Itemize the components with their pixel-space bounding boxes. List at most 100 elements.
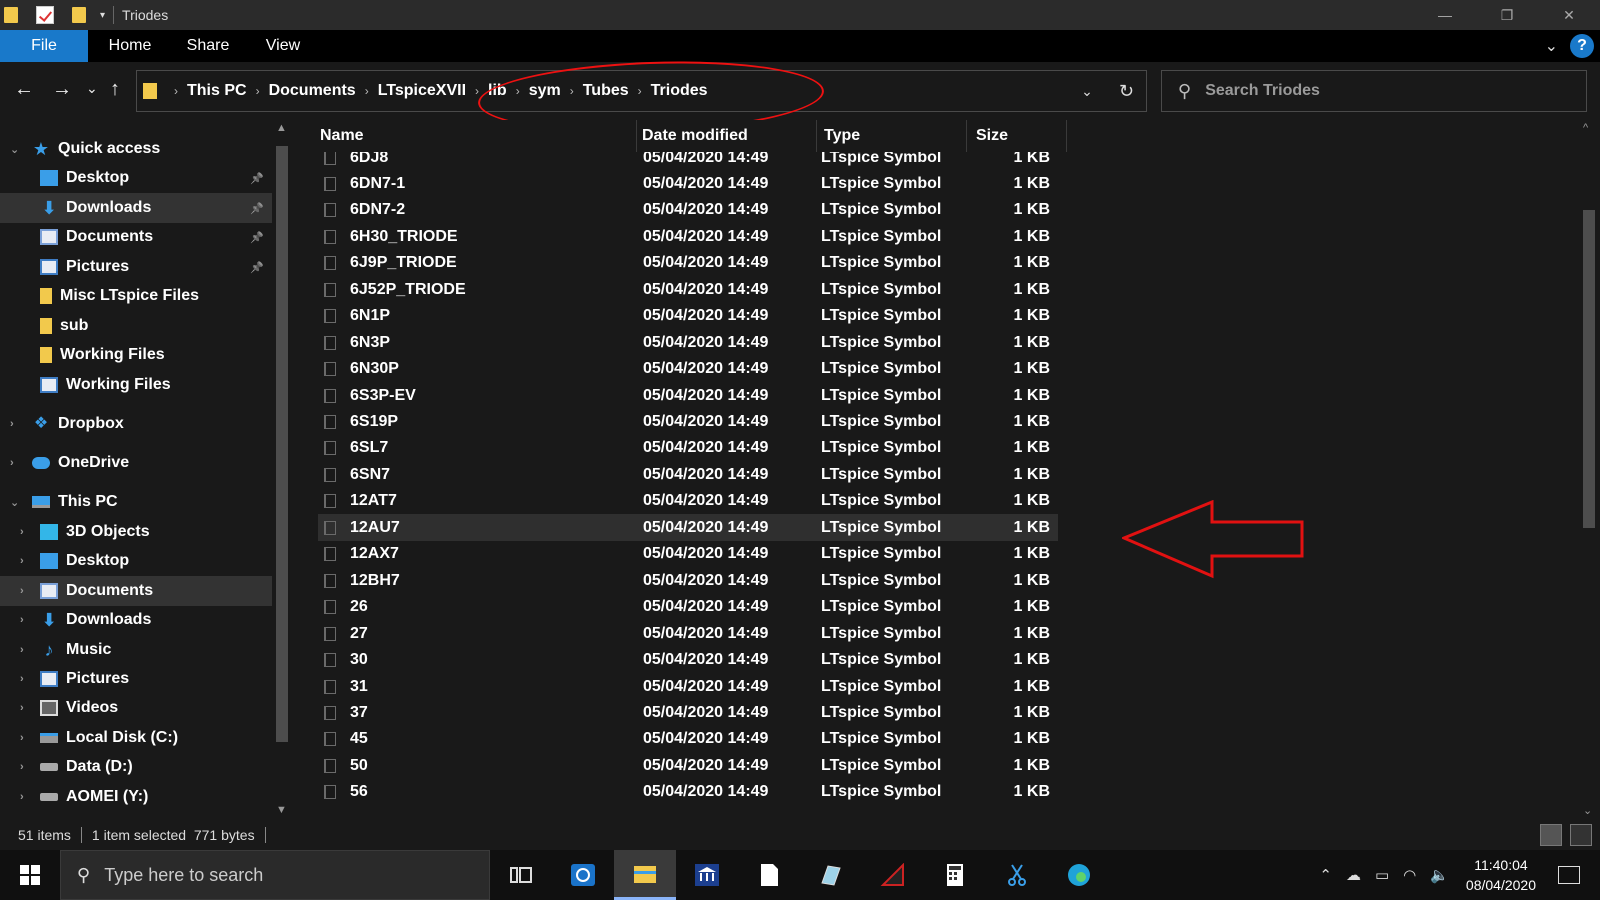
customize-toolbar-icon[interactable]: ▾	[100, 10, 105, 21]
chevron-right-icon[interactable]: ›	[516, 84, 520, 98]
table-row[interactable]: 30 05/04/2020 14:49 LTspice Symbol 1 KB	[318, 647, 1058, 674]
tab-view[interactable]: View	[244, 30, 322, 62]
chevron-right-icon[interactable]: ›	[20, 791, 24, 803]
column-header-name[interactable]: Name ⌃	[320, 120, 630, 152]
sidebar-item[interactable]: › ❖ Dropbox	[0, 409, 272, 439]
table-row[interactable]: 6DN7-2 05/04/2020 14:49 LTspice Symbol 1 KB	[318, 197, 1058, 224]
maximize-button[interactable]: ❐	[1476, 0, 1538, 30]
new-folder-icon[interactable]	[72, 7, 86, 23]
table-row[interactable]: 56 05/04/2020 14:49 LTspice Symbol 1 KB	[318, 779, 1058, 806]
file-list-scrollbar[interactable]: ^ ⌄	[1578, 120, 1600, 820]
sidebar-item[interactable]: › Data (D:)	[0, 752, 272, 782]
column-header-date[interactable]: Date modified	[642, 120, 812, 152]
chevron-right-icon[interactable]: ›	[256, 84, 260, 98]
scroll-down-icon[interactable]: ⌄	[1583, 804, 1592, 817]
file-list-scroll-thumb[interactable]	[1583, 210, 1595, 528]
refresh-icon[interactable]: ↻	[1119, 81, 1134, 102]
chevron-down-icon[interactable]: ⌄	[1081, 83, 1093, 100]
table-row[interactable]: 6N3P 05/04/2020 14:49 LTspice Symbol 1 KB	[318, 329, 1058, 356]
chevron-right-icon[interactable]: ›	[20, 673, 24, 685]
table-row[interactable]: 6J9P_TRIODE 05/04/2020 14:49 LTspice Symbo…	[318, 250, 1058, 277]
breadcrumb-this-pc[interactable]: This PC	[187, 82, 247, 100]
taskbar-app-sync[interactable]	[552, 850, 614, 900]
taskbar-app-bank[interactable]	[676, 850, 738, 900]
table-row[interactable]: 6S3P-EV 05/04/2020 14:49 LTspice Symbol 1 K…	[318, 382, 1058, 409]
table-row[interactable]: 6SL7 05/04/2020 14:49 LTspice Symbol 1 KB	[318, 435, 1058, 462]
tab-file[interactable]: File	[0, 30, 88, 62]
breadcrumb-documents[interactable]: Documents	[269, 82, 356, 100]
sidebar-item[interactable]: ⌄ This PC	[0, 487, 272, 517]
sidebar-item[interactable]: Desktop 📌	[0, 163, 272, 193]
chevron-right-icon[interactable]: ›	[20, 761, 24, 773]
chevron-down-icon[interactable]: ⌄	[10, 496, 19, 509]
chevron-right-icon[interactable]: ›	[174, 84, 178, 98]
wifi-icon[interactable]: ◠	[1403, 866, 1416, 884]
sidebar-scrollbar[interactable]: ▲ ▼	[272, 120, 292, 820]
chevron-right-icon[interactable]: ›	[20, 732, 24, 744]
scroll-up-icon[interactable]: ▲	[276, 122, 287, 134]
sidebar-item[interactable]: › Videos	[0, 693, 272, 723]
large-icons-view-button[interactable]	[1570, 824, 1592, 846]
table-row[interactable]: 27 05/04/2020 14:49 LTspice Symbol 1 KB	[318, 620, 1058, 647]
table-row[interactable]: 6N30P 05/04/2020 14:49 LTspice Symbol 1 KB	[318, 356, 1058, 383]
sidebar-item[interactable]: › Local Disk (C:)	[0, 723, 272, 753]
chevron-right-icon[interactable]: ›	[20, 644, 24, 656]
scroll-up-icon[interactable]: ^	[1583, 122, 1588, 134]
breadcrumb-tubes[interactable]: Tubes	[583, 82, 629, 100]
sidebar-item[interactable]: › 3D Objects	[0, 517, 272, 547]
chevron-right-icon[interactable]: ›	[10, 457, 14, 469]
chevron-right-icon[interactable]: ›	[20, 526, 24, 538]
column-divider[interactable]	[1066, 120, 1067, 152]
onedrive-tray-icon[interactable]: ☁	[1346, 866, 1361, 884]
minimize-button[interactable]: —	[1414, 0, 1476, 30]
table-row[interactable]: 45 05/04/2020 14:49 LTspice Symbol 1 KB	[318, 726, 1058, 753]
taskbar-app-drawing[interactable]	[800, 850, 862, 900]
table-row[interactable]: 31 05/04/2020 14:49 LTspice Symbol 1 KB	[318, 673, 1058, 700]
tab-share[interactable]: Share	[172, 30, 244, 62]
chevron-up-icon[interactable]: ⌃	[1319, 866, 1332, 884]
sidebar-item[interactable]: Working Files	[0, 370, 272, 400]
recent-locations-button[interactable]: ⌄	[86, 80, 98, 97]
taskbar-app-notepad[interactable]	[738, 850, 800, 900]
address-bar[interactable]: › This PC › Documents › LTspiceXVII › li…	[136, 70, 1147, 112]
sidebar-item[interactable]: Working Files	[0, 340, 272, 370]
tab-home[interactable]: Home	[88, 30, 172, 62]
table-row[interactable]: 6DJ8 05/04/2020 14:49 LTspice Symbol 1 KB	[318, 152, 1058, 171]
breadcrumb-triodes[interactable]: Triodes	[651, 82, 708, 100]
properties-icon[interactable]	[36, 6, 54, 24]
column-divider[interactable]	[636, 120, 637, 152]
forward-button[interactable]: →	[52, 78, 72, 101]
task-view-button[interactable]	[490, 850, 552, 900]
chevron-right-icon[interactable]: ›	[365, 84, 369, 98]
close-button[interactable]: ✕	[1538, 0, 1600, 30]
sidebar-scroll-thumb[interactable]	[276, 146, 288, 742]
sidebar-item[interactable]: Pictures 📌	[0, 252, 272, 282]
clock[interactable]: 11:40:04 08/04/2020	[1466, 855, 1536, 895]
volume-icon[interactable]: 🔈	[1430, 866, 1449, 884]
sidebar-item[interactable]: ⬇ Downloads 📌	[0, 193, 272, 223]
breadcrumb-ltspicexvii[interactable]: LTspiceXVII	[378, 82, 466, 100]
breadcrumb-sym[interactable]: sym	[529, 82, 561, 100]
breadcrumb-lib[interactable]: lib	[488, 82, 507, 100]
table-row[interactable]: 6J52P_TRIODE 05/04/2020 14:49 LTspice Symb…	[318, 276, 1058, 303]
scroll-down-icon[interactable]: ▼	[276, 804, 287, 816]
chevron-right-icon[interactable]: ›	[20, 702, 24, 714]
chevron-right-icon[interactable]: ›	[20, 614, 24, 626]
chevron-right-icon[interactable]: ›	[20, 585, 24, 597]
table-row[interactable]: 37 05/04/2020 14:49 LTspice Symbol 1 KB	[318, 699, 1058, 726]
column-divider[interactable]	[816, 120, 817, 152]
table-row[interactable]: 6SN7 05/04/2020 14:49 LTspice Symbol 1 KB	[318, 461, 1058, 488]
chevron-down-icon[interactable]: ⌄	[10, 143, 19, 156]
taskbar-app-calculator[interactable]	[924, 850, 986, 900]
sidebar-item[interactable]: sub	[0, 311, 272, 341]
taskbar-app-file-explorer[interactable]	[614, 850, 676, 900]
table-row[interactable]: 6N1P 05/04/2020 14:49 LTspice Symbol 1 KB	[318, 303, 1058, 330]
sidebar-item[interactable]: Misc LTspice Files	[0, 281, 272, 311]
taskbar-search[interactable]: ⚲ Type here to search	[60, 850, 490, 900]
sidebar-item[interactable]: › Documents	[0, 576, 272, 606]
taskbar-app-edge[interactable]	[1048, 850, 1110, 900]
chevron-right-icon[interactable]: ›	[20, 555, 24, 567]
table-row[interactable]: 12AT7 05/04/2020 14:49 LTspice Symbol 1 KB	[318, 488, 1058, 515]
search-input[interactable]	[1205, 82, 1566, 100]
details-view-button[interactable]	[1540, 824, 1562, 846]
